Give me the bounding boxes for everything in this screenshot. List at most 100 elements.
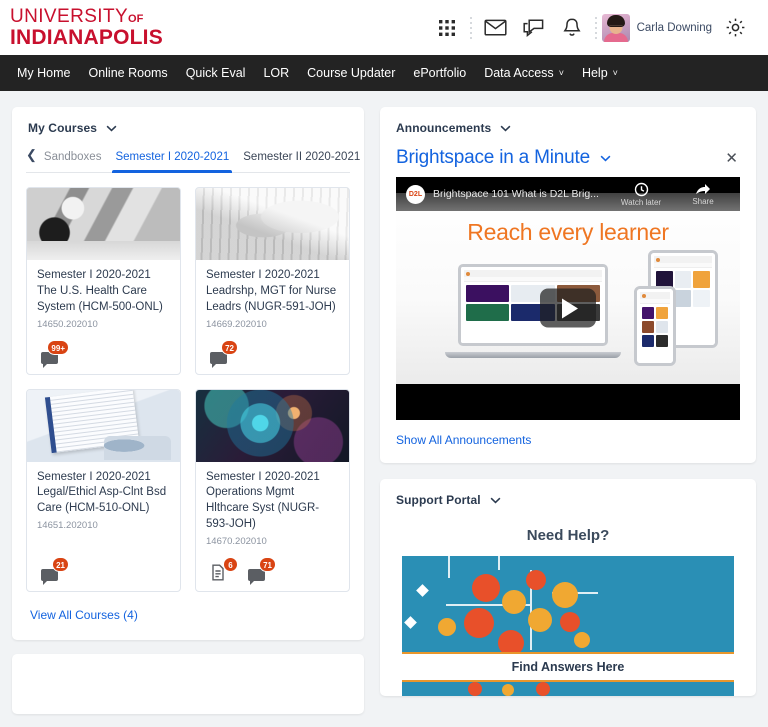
user-name-label[interactable]: Carla Downing	[637, 22, 712, 34]
course-card[interactable]: Semester I 2020-2021 Legal/Ethicl Asp-Cl…	[26, 388, 181, 593]
chevron-down-icon: ˅	[558, 68, 564, 78]
nav-label: Help	[581, 66, 608, 80]
announcement-item-header: Brightspace in a Minute ✕	[380, 145, 756, 177]
course-name: Operations Mgmt Hlthcare Syst (NUGR-593-…	[206, 486, 320, 531]
waffle-grid-icon[interactable]	[428, 10, 466, 46]
nav-label: Quick Eval	[185, 66, 246, 80]
course-semester: Semester I 2020-2021	[37, 470, 151, 483]
nav-item-help[interactable]: Help ˅	[573, 55, 627, 91]
semester-tabs: ❮ Sandboxes Semester I 2020-2021 Semeste…	[26, 147, 360, 173]
badge-count: 72	[221, 339, 238, 355]
course-code: 14670.202010	[206, 536, 267, 548]
play-button-icon[interactable]	[540, 288, 596, 328]
right-column: Announcements Brightspace in a Minute ✕ …	[380, 107, 756, 727]
tab-sandboxes[interactable]: Sandboxes	[37, 147, 109, 172]
chevron-down-icon: ˅	[612, 68, 618, 78]
nav-item-online-rooms[interactable]: Online Rooms	[79, 55, 176, 91]
course-name: Leadrshp, MGT for Nurse Leadrs (NUGR-591…	[206, 284, 337, 313]
logo-university-text: UNIVERSITY	[10, 6, 129, 27]
share-button[interactable]: Share	[676, 182, 730, 206]
support-portal-title: Support Portal	[396, 493, 481, 507]
announcement-headline[interactable]: Brightspace in a Minute	[396, 147, 590, 169]
course-name: Legal/Ethicl Asp-Clnt Bsd Care (HCM-510-…	[37, 486, 167, 515]
device-mockups	[396, 250, 740, 366]
left-column: My Courses ❮ Sandboxes Semester I 2020-2…	[12, 107, 364, 727]
chat-bubble-icon[interactable]: 71	[248, 557, 276, 586]
d2l-channel-icon: D2L	[406, 184, 425, 204]
course-card-body: Semester I 2020-2021 Operations Mgmt Hlt…	[196, 462, 349, 553]
support-infographic-image[interactable]	[402, 556, 734, 652]
nav-label: Data Access	[484, 66, 554, 80]
nav-item-data-access[interactable]: Data Access ˅	[475, 55, 573, 91]
course-badges: 72	[196, 336, 349, 374]
video-bottom-bar	[396, 384, 740, 420]
nav-label: ePortfolio	[413, 66, 467, 80]
nav-item-eportfolio[interactable]: ePortfolio	[404, 55, 475, 91]
course-code: 14651.202010	[37, 520, 98, 532]
course-code: 14669.202010	[206, 318, 267, 330]
support-portal-header: Support Portal	[380, 479, 756, 517]
chat-bubble-icon[interactable]: 21	[41, 557, 69, 586]
nav-item-course-updater[interactable]: Course Updater	[298, 55, 404, 91]
announcement-video-embed[interactable]: D2L Brightspace 101 What is D2L Brig... …	[396, 177, 740, 420]
envelope-icon[interactable]	[477, 10, 515, 46]
phone-mockup	[634, 286, 676, 366]
my-courses-widget: My Courses ❮ Sandboxes Semester I 2020-2…	[12, 107, 364, 641]
course-image-stethoscope	[27, 188, 180, 260]
badge-count: 21	[52, 557, 69, 573]
tab-semester-2[interactable]: Semester II 2020-2021	[236, 147, 367, 172]
show-all-announcements-link[interactable]: Show All Announcements	[380, 420, 547, 463]
chevron-down-icon[interactable]	[490, 497, 501, 504]
tabs-prev-arrow[interactable]: ❮	[26, 147, 37, 172]
nav-label: LOR	[263, 66, 290, 80]
chevron-down-icon[interactable]	[600, 155, 611, 162]
chevron-down-icon[interactable]	[106, 125, 117, 132]
close-icon[interactable]: ✕	[723, 149, 740, 168]
course-badges: 99+	[27, 336, 180, 374]
bell-icon[interactable]	[553, 10, 591, 46]
watch-later-button[interactable]: Watch later	[614, 182, 668, 207]
video-thumbnail: Reach every learner	[396, 193, 740, 384]
share-label: Share	[692, 197, 714, 206]
chevron-down-icon[interactable]	[500, 125, 511, 132]
chat-bubble-icon[interactable]	[515, 10, 553, 46]
course-card[interactable]: Semester I 2020-2021 Operations Mgmt Hlt…	[195, 388, 350, 593]
chat-bubble-icon[interactable]: 99+	[41, 339, 69, 368]
find-answers-link[interactable]: Find Answers Here	[380, 654, 756, 680]
announcements-header: Announcements	[380, 107, 756, 145]
nav-label: My Home	[17, 66, 71, 80]
header-divider-dots	[466, 15, 477, 41]
course-image-nebula	[196, 389, 349, 462]
course-semester: Semester I 2020-2021	[206, 269, 320, 281]
course-card-body: Semester I 2020-2021 Leadrshp, MGT for N…	[196, 260, 349, 336]
badge-count: 6	[223, 557, 238, 573]
nav-label: Course Updater	[307, 66, 396, 80]
watch-later-label: Watch later	[620, 197, 662, 207]
course-cards-grid: Semester I 2020-2021 The U.S. Health Car…	[12, 173, 364, 593]
support-portal-widget: Support Portal Need Help? Find Answers H…	[380, 479, 756, 696]
course-name: The U.S. Health Care System (HCM-500-ONL…	[37, 284, 163, 313]
support-infographic-image-continued	[402, 682, 734, 696]
course-card[interactable]: Semester I 2020-2021 The U.S. Health Car…	[26, 187, 181, 375]
gear-icon[interactable]	[716, 10, 754, 46]
chat-bubble-icon[interactable]: 72	[210, 339, 238, 368]
course-card-body: Semester I 2020-2021 The U.S. Health Car…	[27, 260, 180, 336]
my-courses-header: My Courses	[12, 107, 364, 145]
course-badges: 6 71	[196, 553, 349, 591]
tab-semester-1[interactable]: Semester I 2020-2021	[108, 147, 236, 173]
badge-count: 99+	[47, 339, 69, 355]
badge-count: 71	[259, 557, 276, 573]
avatar[interactable]	[601, 13, 630, 42]
document-icon[interactable]: 6	[210, 557, 238, 581]
course-card[interactable]: Semester I 2020-2021 Leadrshp, MGT for N…	[195, 187, 350, 375]
nav-item-my-home[interactable]: My Home	[8, 55, 79, 91]
header-divider-dots-2	[591, 15, 602, 41]
view-all-courses-link[interactable]: View All Courses (4)	[12, 592, 364, 640]
course-semester: Semester I 2020-2021	[37, 269, 151, 281]
video-top-bar: D2L Brightspace 101 What is D2L Brig... …	[396, 177, 740, 211]
logo-line-1: UNIVERSITYOF	[10, 7, 163, 26]
nav-item-lor[interactable]: LOR	[254, 55, 298, 91]
university-logo[interactable]: UNIVERSITYOF INDIANAPOLIS	[10, 7, 163, 48]
nav-item-quick-eval[interactable]: Quick Eval	[177, 55, 255, 91]
course-image-keyboard	[196, 188, 349, 260]
